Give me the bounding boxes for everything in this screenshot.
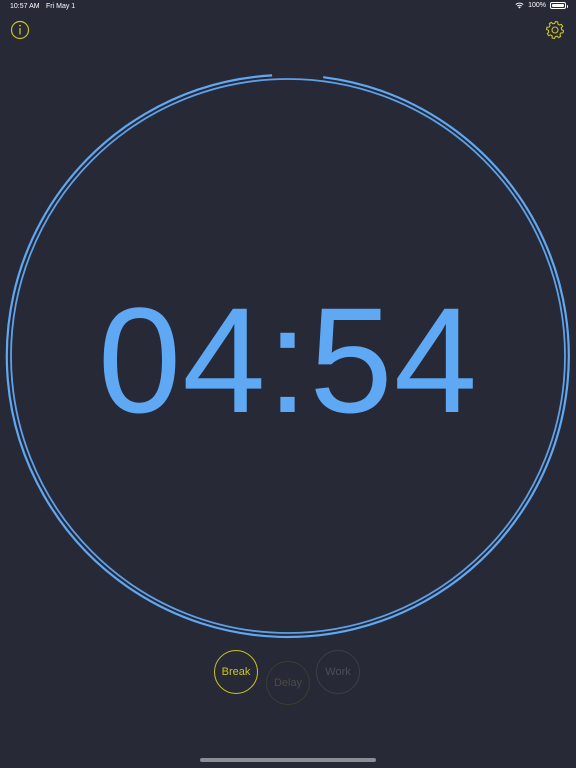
battery-icon bbox=[550, 2, 568, 9]
battery-percent: 100% bbox=[528, 2, 546, 9]
status-bar: 10:57 AM Fri May 1 100% bbox=[0, 0, 576, 14]
gear-icon[interactable] bbox=[544, 19, 566, 41]
info-icon[interactable] bbox=[9, 19, 31, 41]
timer-display: 04:54 bbox=[97, 276, 479, 444]
status-right: 100% bbox=[515, 2, 568, 9]
wifi-icon bbox=[515, 2, 524, 9]
status-date: Fri May 1 bbox=[46, 3, 76, 10]
delay-button[interactable]: Delay bbox=[266, 661, 310, 705]
work-button[interactable]: Work bbox=[316, 650, 360, 694]
home-indicator bbox=[200, 758, 376, 762]
break-button[interactable]: Break bbox=[214, 650, 258, 694]
status-time: 10:57 AM bbox=[10, 3, 40, 10]
